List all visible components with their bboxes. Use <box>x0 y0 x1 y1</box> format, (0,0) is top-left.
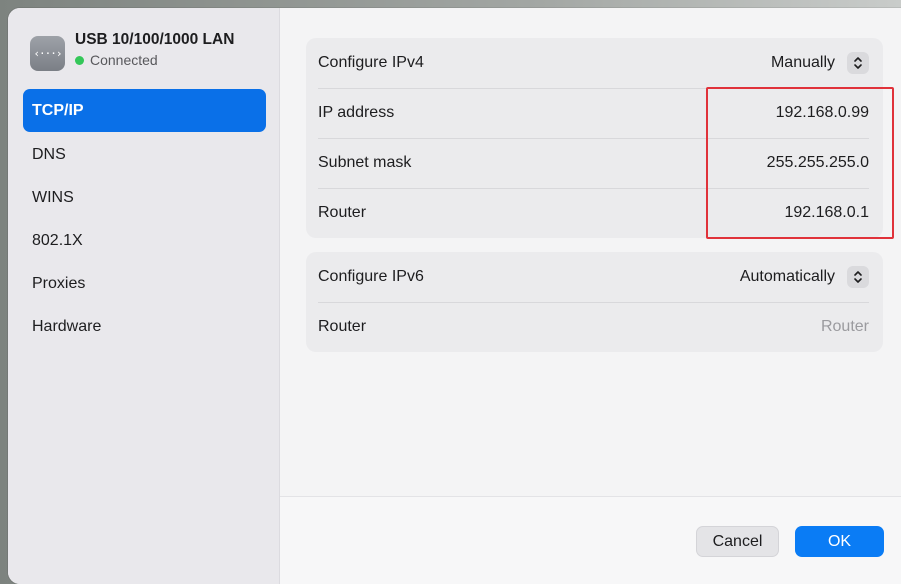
sidebar-item-proxies[interactable]: Proxies <box>23 263 266 304</box>
sidebar: ‹···› USB 10/100/1000 LAN Connected TCP/… <box>8 8 280 584</box>
interface-status: Connected <box>75 51 234 69</box>
cancel-button[interactable]: Cancel <box>696 526 779 557</box>
configure-ipv6-popup[interactable]: Automatically <box>740 266 869 288</box>
ipv6-router-row: Router Router <box>306 302 883 352</box>
configure-ipv4-label: Configure IPv4 <box>318 54 424 71</box>
ipv4-router-field[interactable]: 192.168.0.1 <box>784 204 869 222</box>
ip-address-row: IP address 192.168.0.99 <box>306 88 883 138</box>
ip-address-field[interactable]: 192.168.0.99 <box>776 104 869 122</box>
sidebar-item-label: TCP/IP <box>32 102 84 119</box>
interface-header: ‹···› USB 10/100/1000 LAN Connected <box>30 30 234 71</box>
configure-ipv6-value: Automatically <box>739 268 835 285</box>
interface-info: USB 10/100/1000 LAN Connected <box>75 30 234 69</box>
status-dot-icon <box>75 55 84 65</box>
sidebar-item-label: Proxies <box>32 275 86 292</box>
sidebar-item-label: 802.1X <box>32 232 83 249</box>
ipv6-group: Configure IPv6 Automatically Router Rout… <box>306 252 883 352</box>
interface-status-text: Connected <box>90 52 158 68</box>
configure-ipv6-row: Configure IPv6 Automatically <box>306 252 883 302</box>
up-down-chevron-icon <box>847 52 869 74</box>
sidebar-item-label: WINS <box>32 189 74 206</box>
sidebar-item-8021x[interactable]: 802.1X <box>23 220 266 261</box>
sidebar-item-wins[interactable]: WINS <box>23 177 266 218</box>
configure-ipv6-label: Configure IPv6 <box>318 268 424 285</box>
configure-ipv4-popup[interactable]: Manually <box>771 52 869 74</box>
sidebar-item-label: Hardware <box>32 318 102 335</box>
ipv4-router-label: Router <box>318 204 367 221</box>
settings-content: Configure IPv4 Manually IP address 192.1… <box>280 8 901 584</box>
ok-button[interactable]: OK <box>795 526 884 557</box>
network-interface-icon: ‹···› <box>30 36 65 71</box>
interface-name: USB 10/100/1000 LAN <box>75 31 235 48</box>
ipv4-router-row: Router 192.168.0.1 <box>306 188 883 238</box>
ipv6-router-field[interactable]: Router <box>821 318 869 336</box>
network-details-window: ‹···› USB 10/100/1000 LAN Connected TCP/… <box>8 8 901 584</box>
ipv6-router-label: Router <box>318 318 367 335</box>
up-down-chevron-icon <box>847 266 869 288</box>
subnet-mask-label: Subnet mask <box>318 154 412 171</box>
configure-ipv4-row: Configure IPv4 Manually <box>306 38 883 88</box>
subnet-mask-field[interactable]: 255.255.255.0 <box>767 154 869 172</box>
configure-ipv4-value: Manually <box>770 54 835 71</box>
sidebar-item-tcpip[interactable]: TCP/IP <box>23 89 266 132</box>
sidebar-item-hardware[interactable]: Hardware <box>23 306 266 347</box>
sidebar-item-dns[interactable]: DNS <box>23 134 266 175</box>
sidebar-item-label: DNS <box>32 146 66 163</box>
ipv4-group: Configure IPv4 Manually IP address 192.1… <box>306 38 883 238</box>
subnet-mask-row: Subnet mask 255.255.255.0 <box>306 138 883 188</box>
dialog-footer: Cancel OK <box>280 496 901 584</box>
sidebar-list: TCP/IP DNS WINS 802.1X Proxies Hardware <box>23 89 266 349</box>
ip-address-label: IP address <box>318 104 395 121</box>
